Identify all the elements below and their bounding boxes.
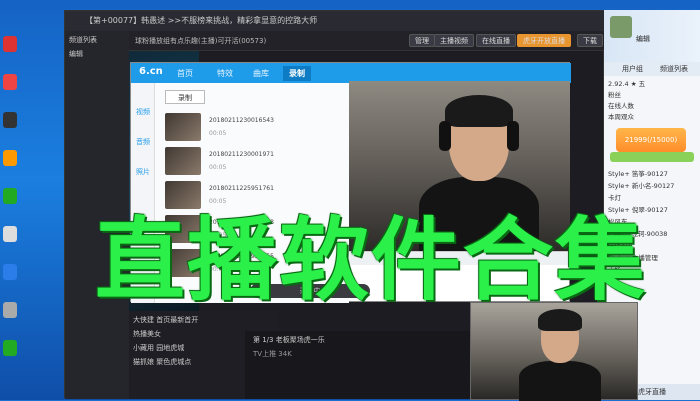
side-item-photo[interactable]: 照片: [133, 167, 153, 177]
headphone-icon: [507, 121, 519, 151]
desktop-app-icon[interactable]: [3, 340, 17, 356]
info-row: 在线人数: [608, 102, 634, 110]
chat-line: 第 1/3 老板聚场虎一乐: [253, 336, 325, 344]
tab-record[interactable]: 录制: [283, 66, 311, 81]
room-toolbar: 球粉播放组有点乐趣(主播)可开活(00573) 管理 主播视频 在线直播 虎牙开…: [129, 31, 605, 51]
desktop-app-icon[interactable]: [3, 264, 17, 280]
webcam-overlay: [470, 302, 638, 401]
desktop-app-icon[interactable]: [3, 302, 17, 318]
tab-channel-list[interactable]: 频道列表: [660, 64, 688, 74]
user-header: 编辑: [604, 10, 700, 62]
headline-overlay: 直播软件合集: [95, 208, 647, 313]
person-hair: [445, 95, 513, 127]
list-item[interactable]: 20180211230016543 00:05: [165, 113, 345, 145]
tab-effects[interactable]: 特效: [217, 68, 233, 79]
video-thumbnail: [165, 147, 201, 175]
list-item[interactable]: 大侠建 首页最新首开: [133, 315, 198, 327]
list-item[interactable]: 热播美女: [133, 329, 161, 341]
desktop-app-icon[interactable]: [3, 112, 17, 128]
list-item[interactable]: 猫抓娘 聚色虎城点: [133, 357, 191, 369]
side-item-video[interactable]: 视频: [133, 107, 153, 117]
avatar[interactable]: [610, 16, 632, 38]
video-name: 20180211230001971: [209, 151, 274, 158]
side-item-audio[interactable]: 音频: [133, 137, 153, 147]
video-name: 20180211230016543: [209, 117, 274, 124]
person-shirt: [519, 361, 601, 401]
desktop-app-icon[interactable]: [3, 74, 17, 90]
chat-line: TV上推 34K: [253, 350, 292, 358]
video-thumbnail: [165, 113, 201, 141]
desktop-app-icon[interactable]: [3, 36, 17, 52]
desktop-app-icon[interactable]: [3, 226, 17, 242]
video-duration: 00:05: [209, 130, 227, 137]
channel-list-item[interactable]: 编辑: [69, 49, 83, 59]
video-duration: 00:05: [209, 164, 227, 171]
user-name: 编辑: [636, 35, 650, 43]
title-bar: 【第+00077】韩愚述 >>不服榜来挑战，精彩拿显意的控路大师: [65, 11, 605, 31]
huya-open-live-button[interactable]: 虎牙开放直播: [517, 34, 571, 47]
gift-count: 21999(/15000): [624, 136, 678, 144]
list-item[interactable]: 20180211230001971 00:05: [165, 147, 345, 179]
video-name: 20180211225951761: [209, 185, 274, 192]
info-row: 本周观众: [608, 113, 634, 121]
recorder-tabbar: 6.cn 首页 特效 曲库 录制: [131, 63, 571, 83]
window-title: 【第+00077】韩愚述 >>不服榜来挑战，精彩拿显意的控路大师: [85, 16, 318, 25]
record-button[interactable]: 录制: [165, 90, 205, 104]
tab-music[interactable]: 曲库: [253, 68, 269, 79]
tab-user-group[interactable]: 用户组: [622, 64, 643, 74]
info-row: 2.92.4 ★ 五: [608, 80, 646, 88]
level-bar: [610, 152, 694, 162]
list-item[interactable]: 小藏用 园地虎城: [133, 343, 184, 355]
headphone-icon: [439, 121, 451, 151]
anchor-video-button[interactable]: 主播视频: [434, 34, 474, 47]
panel-tabs: 用户组 频道列表: [604, 62, 700, 76]
tab-home[interactable]: 首页: [177, 68, 193, 79]
video-duration: 00:05: [209, 198, 227, 205]
list-item[interactable]: Style+ 新小名-90127: [608, 180, 674, 190]
channel-list-header: 频道列表: [69, 36, 97, 44]
video-thumbnail: [165, 181, 201, 209]
desktop-app-icon[interactable]: [3, 150, 17, 166]
desktop-app-icon[interactable]: [3, 188, 17, 204]
live-online-button[interactable]: 在线直播: [476, 34, 516, 47]
info-row: 粉丝: [608, 91, 621, 99]
list-item[interactable]: Style+ 笛筝-90127: [608, 168, 668, 178]
recorder-logo: 6.cn: [139, 66, 163, 77]
gift-progress-badge[interactable]: 21999(/15000): [616, 128, 686, 152]
room-info: 球粉播放组有点乐趣(主播)可开活(00573): [135, 37, 267, 45]
download-button[interactable]: 下载: [577, 34, 603, 47]
list-item[interactable]: 卡灯: [608, 192, 621, 202]
manage-button[interactable]: 管理: [409, 34, 435, 47]
